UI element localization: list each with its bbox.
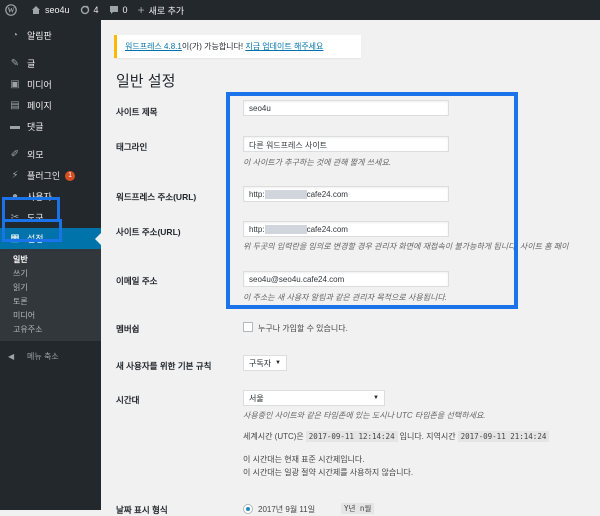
submenu-writing[interactable]: 쓰기 xyxy=(0,267,101,281)
time-info-line: 세계시간 (UTC)은 2017-09-11 12:14:24 입니다. 지역시간 2… xyxy=(243,431,551,442)
sidebar-item-label: 플러그인 xyxy=(27,171,61,181)
plus-icon: + xyxy=(137,3,145,17)
date-format-radio[interactable] xyxy=(243,504,253,514)
sidebar-item-label: 외모 xyxy=(27,150,44,160)
refresh-icon xyxy=(80,5,89,15)
site-name-link[interactable]: seo4u xyxy=(26,0,75,20)
plugin-icon: ⚡ xyxy=(11,170,19,181)
sidebar-item-comments[interactable]: ▬ 댓글 xyxy=(0,116,101,137)
membership-label: 멤버쉽 xyxy=(116,324,140,334)
media-icon: ▣ xyxy=(10,79,20,90)
standard-time-note: 이 시간대는 현재 표준 시간제입니다. xyxy=(243,455,365,464)
local-label: 입니다. 지역시간 xyxy=(399,432,456,441)
brush-icon: ✐ xyxy=(10,149,20,160)
default-role-label: 새 사용자를 위한 기본 규칙 xyxy=(116,361,212,371)
sidebar-item-posts[interactable]: ✎ 글 xyxy=(0,53,101,74)
update-version-link[interactable]: 워드프레스 4.8.1 xyxy=(125,42,182,51)
submenu-discussion[interactable]: 토론 xyxy=(0,295,101,309)
sidebar-item-label: 글 xyxy=(27,59,36,69)
updates-count: 4 xyxy=(93,5,99,15)
wp-logo-button[interactable]: W xyxy=(0,0,26,20)
membership-checkbox[interactable] xyxy=(243,322,253,332)
utc-label: 세계시간 (UTC)은 xyxy=(243,432,304,441)
sidebar-item-label: 페이지 xyxy=(27,101,52,111)
chevron-down-icon: ▼ xyxy=(373,395,379,401)
updates-link[interactable]: 4 xyxy=(75,0,104,20)
new-content-link[interactable]: + 새로 추가 xyxy=(133,0,190,20)
update-notice-text: 이(가) 가능합니다! xyxy=(181,42,244,51)
date-format-code: Y년 n월 xyxy=(339,503,376,514)
sidebar-item-plugins[interactable]: ⚡ 플러그인 1 xyxy=(0,165,101,186)
sidebar-item-label: 댓글 xyxy=(27,122,44,132)
timezone-description: 사용중인 사이트와 같은 타임존에 있는 도시나 UTC 타임존을 선택하세요. xyxy=(243,411,486,420)
highlight-settings-fields xyxy=(226,92,518,309)
wp-address-label: 워드프레스 주소(URL) xyxy=(116,192,197,202)
submenu-permalinks[interactable]: 고유주소 xyxy=(0,323,101,337)
wordpress-icon: W xyxy=(5,4,17,16)
collapse-label: 메뉴 축소 xyxy=(27,351,59,361)
comments-count: 0 xyxy=(122,5,128,15)
plugin-update-badge: 1 xyxy=(65,170,76,181)
update-now-link[interactable]: 지금 업데이트 해주세요 xyxy=(245,42,323,51)
timezone-label: 시간대 xyxy=(116,395,140,405)
page-icon: ▤ xyxy=(10,100,20,111)
chevron-down-icon: ▼ xyxy=(275,360,281,366)
admin-sidebar: ◔ 알림판 ✎ 글 ▣ 미디어 ▤ 페이지 ▬ 댓글 ✐ 외모 ⚡ 플러그인 1… xyxy=(0,20,101,510)
settings-submenu: 일반 쓰기 읽기 토론 미디어 고유주소 xyxy=(0,249,101,341)
tagline-label: 태그라인 xyxy=(116,142,148,152)
site-name: seo4u xyxy=(45,5,70,15)
sidebar-item-media[interactable]: ▣ 미디어 xyxy=(0,74,101,95)
dst-note: 이 시간대는 일광 절약 시간제를 사용하지 않습니다. xyxy=(243,468,414,477)
home-icon xyxy=(32,6,40,14)
admin-bar: W seo4u 4 0 + 새로 추가 xyxy=(0,0,600,20)
svg-text:W: W xyxy=(8,7,15,15)
submenu-general[interactable]: 일반 xyxy=(0,253,101,267)
sidebar-item-pages[interactable]: ▤ 페이지 xyxy=(0,95,101,116)
membership-text: 누구나 가입할 수 있습니다. xyxy=(258,324,348,333)
timezone-value: 서울 xyxy=(249,393,264,403)
dashboard-icon: ◔ xyxy=(11,30,19,41)
sidebar-item-label: 미디어 xyxy=(27,80,52,90)
sidebar-item-appearance[interactable]: ✐ 외모 xyxy=(0,144,101,165)
highlight-sidebar-settings xyxy=(2,219,62,242)
site-title-label: 사이트 제목 xyxy=(116,107,158,117)
local-time: 2017-09-11 21:14:24 xyxy=(457,431,550,442)
utc-time: 2017-09-11 12:14:24 xyxy=(305,431,398,442)
submenu-reading[interactable]: 읽기 xyxy=(0,281,101,295)
new-label: 새로 추가 xyxy=(148,5,185,16)
sidebar-item-label: 알림판 xyxy=(27,31,52,41)
submenu-media[interactable]: 미디어 xyxy=(0,309,101,323)
default-role-value: 구독자 xyxy=(249,358,272,368)
email-label: 이메일 주소 xyxy=(116,276,158,286)
comment-bubble-icon xyxy=(109,6,118,14)
update-notice: 워드프레스 4.8.1이(가) 가능합니다! 지금 업데이트 해주세요 xyxy=(114,35,361,58)
sidebar-item-dashboard[interactable]: ◔ 알림판 xyxy=(0,25,101,46)
collapse-menu-button[interactable]: ◀ 메뉴 축소 xyxy=(0,345,101,367)
timezone-select[interactable]: 서울 ▼ xyxy=(243,390,385,406)
collapse-arrow-icon: ◀ xyxy=(8,351,15,361)
main-content: 워드프레스 4.8.1이(가) 가능합니다! 지금 업데이트 해주세요 일반 설… xyxy=(101,20,600,515)
comment-icon: ▬ xyxy=(10,121,20,132)
default-role-select[interactable]: 구독자 ▼ xyxy=(243,355,287,371)
pin-icon: ✎ xyxy=(10,58,20,69)
site-address-label: 사이트 주소(URL) xyxy=(116,227,181,237)
comments-link[interactable]: 0 xyxy=(104,0,133,20)
date-format-label: 날짜 표시 형식 xyxy=(116,505,168,515)
page-title: 일반 설정 xyxy=(116,73,176,90)
